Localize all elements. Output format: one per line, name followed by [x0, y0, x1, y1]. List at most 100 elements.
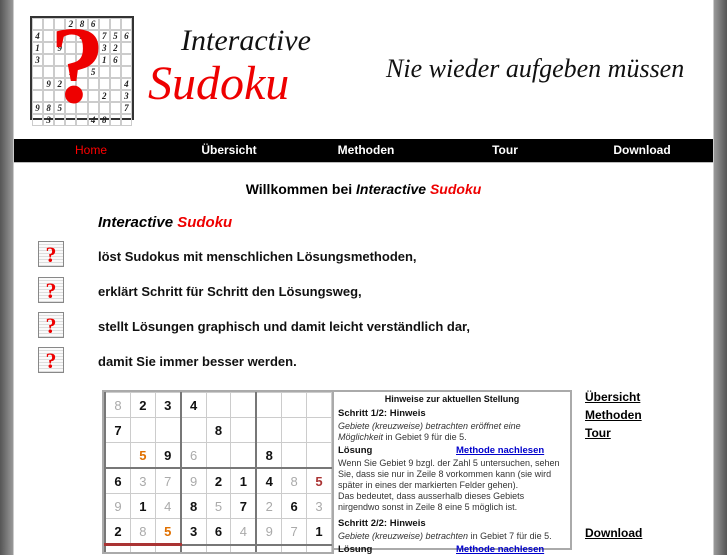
board-cell[interactable]: 2	[205, 467, 232, 494]
board-cell[interactable]: 5	[154, 518, 182, 545]
board-cell[interactable]: 3	[154, 392, 182, 418]
board-cell[interactable]: 6	[104, 467, 131, 494]
nav-home[interactable]: Home	[75, 143, 107, 157]
logo-cell: 3	[32, 54, 44, 66]
step2-rest: in Gebiet 7 für die 5.	[468, 531, 552, 541]
board-cell[interactable]: 3	[306, 493, 332, 519]
logo-cell: 1	[32, 42, 44, 54]
board-cell[interactable]: 3	[179, 518, 207, 545]
board-cell[interactable]: 8	[255, 442, 283, 469]
logo-text-interactive: Interactive	[181, 24, 311, 57]
board-cell[interactable]: 6	[281, 493, 307, 519]
board-cell[interactable]: 4	[230, 518, 257, 545]
board-cell[interactable]	[281, 392, 307, 418]
logo-cell	[109, 18, 121, 30]
board-cell[interactable]	[104, 442, 131, 469]
board-cell[interactable]	[306, 417, 332, 443]
board-cell[interactable]	[281, 442, 307, 469]
board-cell[interactable]: 1	[230, 467, 257, 494]
side-link-download[interactable]: Download	[585, 526, 642, 540]
board-cell[interactable]: 6	[205, 518, 232, 545]
board-cell[interactable]: 5	[129, 442, 156, 469]
board-cell[interactable]	[104, 543, 131, 552]
logo-cell	[32, 90, 44, 102]
board-cell[interactable]	[205, 392, 232, 418]
board-cell[interactable]: 2	[104, 518, 131, 545]
solution-label: Lösung	[338, 544, 373, 555]
board-cell[interactable]	[230, 392, 257, 418]
board-cell[interactable]	[179, 543, 207, 552]
board-cell[interactable]: 3	[129, 467, 156, 494]
step1-heading: Schritt 1/2: Hinweis	[338, 408, 426, 419]
board-cell[interactable]: 9	[179, 467, 207, 494]
nav-uebersicht[interactable]: Übersicht	[201, 143, 256, 157]
solution-text: Das bedeutet, dass ausserhalb dieses Geb…	[338, 491, 525, 512]
side-link-uebersicht[interactable]: Übersicht	[585, 390, 640, 404]
board-cell[interactable]	[255, 392, 283, 418]
hints-title: Hinweise zur aktuellen Stellung	[384, 394, 520, 404]
board-cell[interactable]: 5	[306, 467, 332, 494]
board-cell[interactable]	[230, 543, 257, 552]
board-cell[interactable]	[154, 543, 182, 552]
board-cell[interactable]: 4	[154, 493, 182, 519]
board-cell[interactable]: 8	[129, 518, 156, 545]
board-cell[interactable]	[129, 417, 156, 443]
board-cell[interactable]: 7	[230, 493, 257, 519]
logo-cell: 9	[32, 102, 44, 114]
board-cell[interactable]: 7	[281, 518, 307, 545]
board-cell[interactable]	[306, 392, 332, 418]
board-cell[interactable]: 4	[255, 467, 283, 494]
logo-cell: 4	[32, 30, 44, 42]
board-cell[interactable]	[255, 417, 283, 443]
board-cell[interactable]	[306, 543, 332, 552]
nav-tour[interactable]: Tour	[492, 143, 518, 157]
logo-cell	[120, 114, 132, 126]
logo-cell	[32, 66, 44, 78]
board-cell[interactable]	[255, 543, 283, 552]
board-cell[interactable]	[154, 417, 182, 443]
side-link-methoden[interactable]: Methoden	[585, 408, 642, 422]
board-cell[interactable]: 9	[154, 442, 182, 469]
board-cell[interactable]: 8	[205, 417, 232, 443]
board-cell[interactable]: 8	[281, 467, 307, 494]
board-cell[interactable]: 8	[179, 493, 207, 519]
board-cell[interactable]	[306, 442, 332, 469]
method-link[interactable]: Methode nachlesen	[456, 445, 544, 456]
board-cell[interactable]	[129, 543, 156, 552]
board-row: 637921485	[104, 467, 332, 494]
board-row: 914857263	[104, 493, 332, 519]
side-link-tour[interactable]: Tour	[585, 426, 611, 440]
tagline: Nie wieder aufgeben müssen	[386, 54, 685, 83]
welcome-prefix: Willkommen bei	[245, 181, 357, 197]
sudoku-bullet-icon: ?	[38, 241, 64, 267]
method-link[interactable]: Methode nachlesen	[456, 544, 544, 555]
board-cell[interactable]: 1	[129, 493, 156, 519]
board-cell[interactable]: 4	[179, 392, 207, 418]
board-cell[interactable]: 2	[129, 392, 156, 418]
solution-row: Lösung Methode nachlesen	[338, 445, 566, 456]
logo-cell: 7	[120, 102, 132, 114]
board-cell[interactable]: 9	[255, 518, 283, 545]
board-cell[interactable]	[281, 543, 307, 552]
board-cell[interactable]: 9	[104, 493, 131, 519]
logo-cell	[32, 114, 44, 126]
board-cell[interactable]	[205, 442, 232, 469]
board-cell[interactable]	[179, 417, 207, 443]
board-cell[interactable]: 2	[255, 493, 283, 519]
board-cell[interactable]: 5	[205, 493, 232, 519]
board-cell[interactable]: 6	[179, 442, 207, 469]
board-cell[interactable]: 1	[306, 518, 332, 545]
board-cell[interactable]: 8	[104, 392, 131, 418]
board-row: 596 8	[104, 442, 332, 469]
nav-methoden[interactable]: Methoden	[338, 143, 395, 157]
board-cell[interactable]	[281, 417, 307, 443]
nav-download[interactable]: Download	[613, 143, 670, 157]
board-cell[interactable]	[205, 543, 232, 552]
board-cell[interactable]	[230, 442, 257, 469]
main-nav: Home Übersicht Methoden Tour Download	[14, 139, 713, 163]
board-cell[interactable]	[230, 417, 257, 443]
board-cell[interactable]: 7	[154, 467, 182, 494]
board-cell[interactable]: 7	[104, 417, 131, 443]
welcome-heading: Willkommen bei Interactive Sudoku	[0, 181, 727, 197]
logo-cell	[120, 54, 132, 66]
